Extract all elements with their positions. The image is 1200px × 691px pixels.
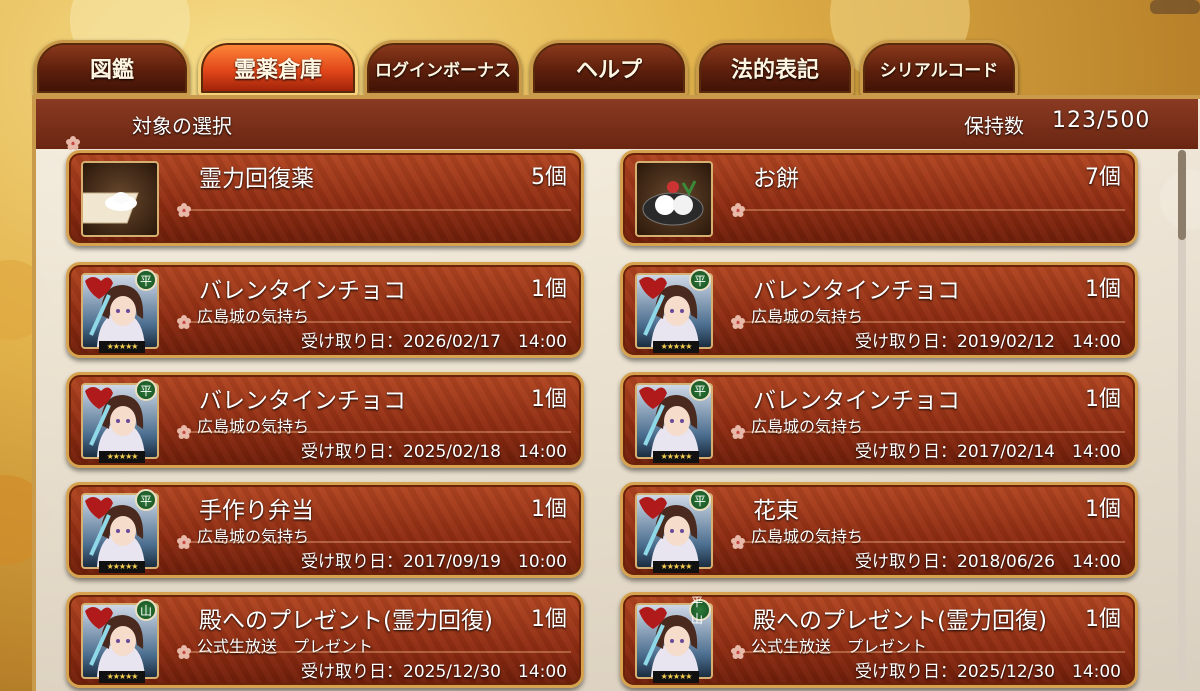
item-card[interactable]: 霊力回復薬 5個 xyxy=(66,150,584,246)
item-description: 公式生放送 プレゼント xyxy=(751,637,928,656)
tab-elixir-storage[interactable]: 霊薬倉庫 xyxy=(198,40,358,96)
received-date: 受け取り日：2019/02/12 14:00 xyxy=(855,332,1121,352)
received-date: 受け取り日：2017/02/14 14:00 xyxy=(855,442,1121,462)
item-quantity: 1個 xyxy=(1085,497,1121,522)
received-date: 受け取り日：2025/12/30 14:00 xyxy=(301,662,567,682)
item-card[interactable]: お餅 7個 xyxy=(620,150,1138,246)
holding-count-label: 保持数 xyxy=(964,114,1024,138)
item-description: 広島城の気持ち xyxy=(751,527,864,546)
sakura-icon xyxy=(731,315,745,329)
item-quantity: 1個 xyxy=(531,277,567,302)
item-description: 広島城の気持ち xyxy=(751,307,864,326)
type-badge: 平 xyxy=(135,379,157,401)
sakura-icon xyxy=(731,203,745,217)
item-name: 殿へのプレゼント(霊力回復) xyxy=(753,608,1047,634)
item-name: バレンタインチョコ xyxy=(199,278,406,304)
sakura-icon xyxy=(177,535,191,549)
scroll-thumb[interactable] xyxy=(1178,150,1186,240)
rarity-stars: ★★★★★ xyxy=(99,451,145,463)
item-card[interactable]: 平 ★★★★★ バレンタインチョコ 1個広島城の気持ち受け取り日：2019/02/12… xyxy=(620,262,1138,358)
received-date: 受け取り日：2017/09/19 10:00 xyxy=(301,552,567,572)
item-card[interactable]: 山 ★★★★★ 殿へのプレゼント(霊力回復) 1個公式生放送 プレゼント受け取り日：2… xyxy=(66,592,584,688)
tab-help[interactable]: ヘルプ xyxy=(530,40,688,96)
sakura-icon xyxy=(731,425,745,439)
item-quantity: 7個 xyxy=(1085,165,1121,190)
sakura-icon xyxy=(66,136,80,150)
item-name: バレンタインチョコ xyxy=(753,388,960,414)
scrollbar[interactable] xyxy=(1178,150,1186,680)
received-date: 受け取り日：2026/02/17 14:00 xyxy=(301,332,567,352)
item-description: 広島城の気持ち xyxy=(197,417,310,436)
item-card[interactable]: 平 ★★★★★ バレンタインチョコ 1個広島城の気持ち受け取り日：2026/02/17… xyxy=(66,262,584,358)
item-description: 広島城の気持ち xyxy=(197,307,310,326)
item-quantity: 1個 xyxy=(531,387,567,412)
divider xyxy=(735,209,1125,211)
item-quantity: 5個 xyxy=(531,165,567,190)
type-badge: 山 xyxy=(135,599,157,621)
type-badge: 平 xyxy=(689,489,711,511)
sakura-icon xyxy=(731,535,745,549)
item-name: バレンタインチョコ xyxy=(199,388,406,414)
item-card[interactable]: 平 ★★★★★ バレンタインチョコ 1個広島城の気持ち受け取り日：2017/02/14… xyxy=(620,372,1138,468)
received-date: 受け取り日：2018/06/26 14:00 xyxy=(855,552,1121,572)
divider xyxy=(181,541,571,543)
divider xyxy=(181,321,571,323)
rarity-stars: ★★★★★ xyxy=(99,561,145,573)
item-card[interactable]: 平 ★★★★★ 手作り弁当 1個広島城の気持ち受け取り日：2017/09/19 10:… xyxy=(66,482,584,578)
panel-title: 対象の選択 xyxy=(132,114,232,138)
item-quantity: 1個 xyxy=(531,497,567,522)
item-description: 広島城の気持ち xyxy=(751,417,864,436)
sakura-icon xyxy=(177,203,191,217)
item-name: 手作り弁当 xyxy=(199,498,314,524)
item-description: 公式生放送 プレゼント xyxy=(197,637,374,656)
holding-count-value: 123/500 xyxy=(1052,108,1151,133)
item-description: 広島城の気持ち xyxy=(197,527,310,546)
rarity-stars: ★★★★★ xyxy=(99,341,145,353)
powder-icon xyxy=(81,161,159,237)
divider xyxy=(735,321,1125,323)
divider xyxy=(181,431,571,433)
divider xyxy=(181,209,571,211)
divider xyxy=(181,651,571,653)
divider xyxy=(735,541,1125,543)
item-quantity: 1個 xyxy=(531,607,567,632)
rarity-stars: ★★★★★ xyxy=(653,451,699,463)
item-name: お餅 xyxy=(753,166,799,192)
item-quantity: 1個 xyxy=(1085,607,1121,632)
type-badge: 平 xyxy=(135,489,157,511)
rarity-stars: ★★★★★ xyxy=(653,561,699,573)
divider xyxy=(735,431,1125,433)
item-card[interactable]: 平山 ★★★★★ 殿へのプレゼント(霊力回復) 1個公式生放送 プレゼント受け取り日：… xyxy=(620,592,1138,688)
item-card[interactable]: 平 ★★★★★ バレンタインチョコ 1個広島城の気持ち受け取り日：2025/02/18… xyxy=(66,372,584,468)
sakura-icon xyxy=(177,315,191,329)
item-name: 花束 xyxy=(753,498,799,524)
tab-serial-code[interactable]: シリアルコード xyxy=(860,40,1018,96)
sakura-icon xyxy=(177,425,191,439)
item-name: バレンタインチョコ xyxy=(753,278,960,304)
tab-encyclopedia[interactable]: 図鑑 xyxy=(34,40,190,96)
rarity-stars: ★★★★★ xyxy=(653,341,699,353)
mochi-icon xyxy=(635,161,713,237)
received-date: 受け取り日：2025/12/30 14:00 xyxy=(855,662,1121,682)
item-quantity: 1個 xyxy=(1085,387,1121,412)
sakura-icon xyxy=(177,645,191,659)
received-date: 受け取り日：2025/02/18 14:00 xyxy=(301,442,567,462)
type-badge: 平 xyxy=(135,269,157,291)
item-quantity: 1個 xyxy=(1085,277,1121,302)
tab-legal[interactable]: 法的表記 xyxy=(696,40,854,96)
sakura-icon xyxy=(731,645,745,659)
divider xyxy=(735,651,1125,653)
rarity-stars: ★★★★★ xyxy=(653,671,699,683)
type-badge: 平山 xyxy=(689,595,711,626)
type-badge: 平 xyxy=(689,379,711,401)
type-badge: 平 xyxy=(689,269,711,291)
rarity-stars: ★★★★★ xyxy=(99,671,145,683)
item-name: 殿へのプレゼント(霊力回復) xyxy=(199,608,493,634)
item-name: 霊力回復薬 xyxy=(199,166,314,192)
tab-login-bonus[interactable]: ログインボーナス xyxy=(364,40,522,96)
item-card[interactable]: 平 ★★★★★ 花束 1個広島城の気持ち受け取り日：2018/06/26 14:00 xyxy=(620,482,1138,578)
